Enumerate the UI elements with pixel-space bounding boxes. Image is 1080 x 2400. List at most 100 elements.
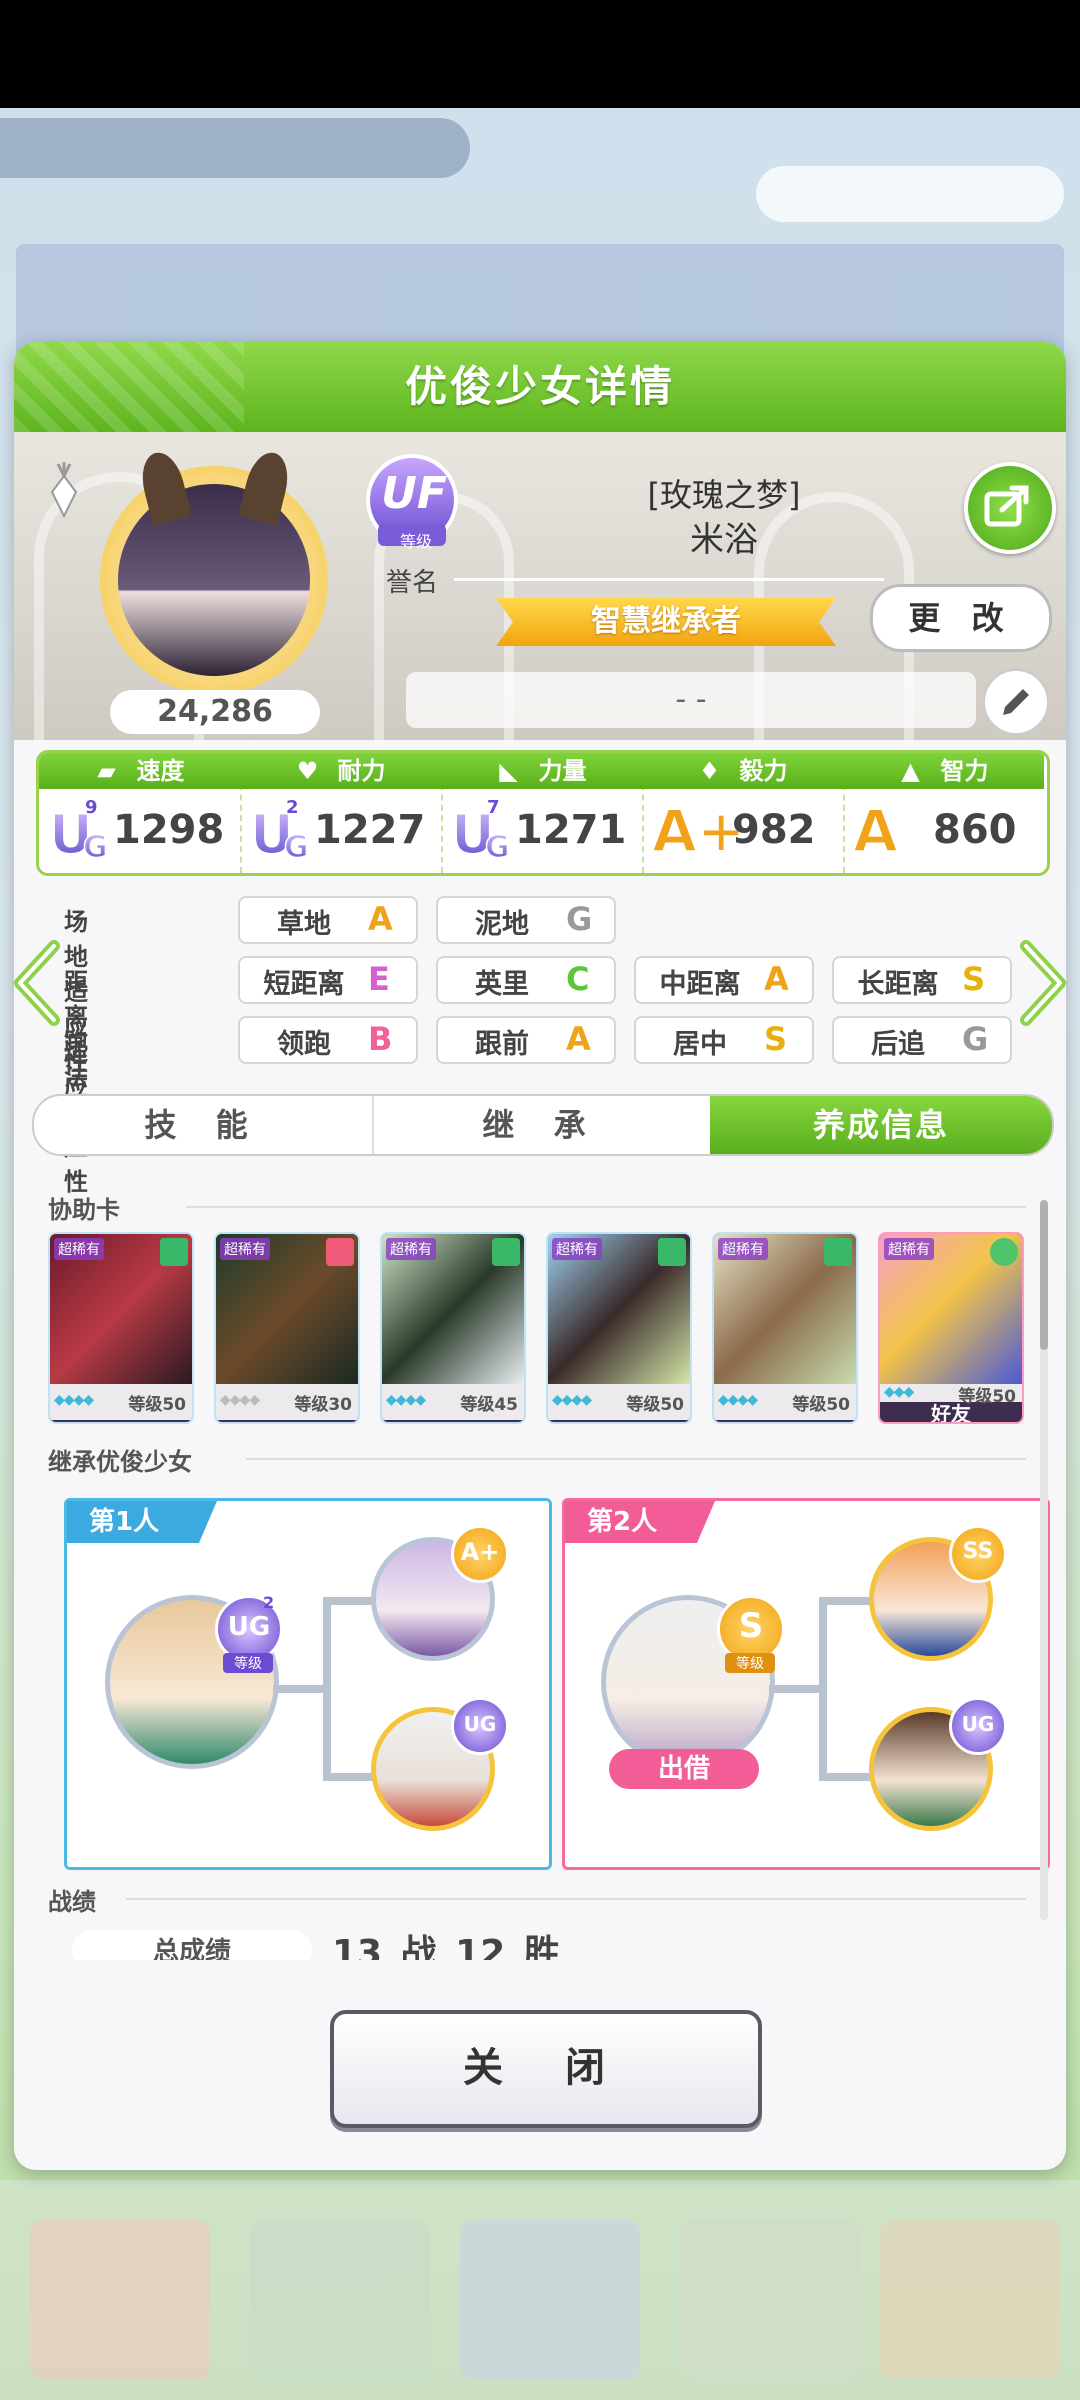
grade-digit: 2 <box>286 797 299 818</box>
stat-header: ▲ 智力 <box>843 753 1044 789</box>
speed-type-icon <box>492 1238 520 1266</box>
rank-badge-text: UF <box>381 468 447 519</box>
stat-power: ◣ 力量 U G 7 1271 <box>441 753 644 873</box>
stat-wisdom: ▲ 智力 A 860 <box>843 753 1044 873</box>
training-info-content[interactable]: 协助卡 超稀有 ◆◆◆◆ 等级50 超稀有 ◆◆◆◆ 等级30 超稀有 ◆◆◆◆ 等级… <box>26 1180 1054 1960</box>
avatar <box>118 484 310 676</box>
tab-inherit[interactable]: 继 承 <box>372 1096 712 1154</box>
card-rarity: 超稀有 <box>220 1238 270 1260</box>
inherit-parent-1[interactable]: 第1人 UG 2 等级 A+ UG <box>64 1498 552 1870</box>
scrollbar-thumb[interactable] <box>1040 1200 1048 1350</box>
stat-label: 耐力 <box>337 757 386 785</box>
aptitude-panel: 场地适应性 草地A 泥地G 距离适应性 短距离E 英里C 中距离A 长距离S 跑… <box>14 888 1066 1196</box>
profile-panel: 24,286 UF 等级 誉名 [玫瑰之梦] 米浴 智慧继承者 更 改 - - <box>14 432 1066 742</box>
limit-break-icon: ◆◆◆◆ <box>718 1392 758 1408</box>
aptitude-item: 中距离 A <box>634 956 814 1004</box>
speed-type-icon <box>824 1238 852 1266</box>
tree-branch <box>769 1685 825 1693</box>
card-rarity: 超稀有 <box>552 1238 602 1260</box>
stat-header: ◣ 力量 <box>441 753 642 789</box>
pencil-icon <box>1003 689 1029 715</box>
limit-break-icon: ◆◆◆◆ <box>552 1392 592 1408</box>
tree-branch <box>819 1773 871 1781</box>
card-level-bar: ◆◆◆◆ 等级50 <box>714 1384 856 1420</box>
speed-type-icon <box>658 1238 686 1266</box>
tree-branch <box>273 1685 329 1693</box>
ug-grade-icon: UG <box>949 1697 1007 1755</box>
ug-grade-icon: UG <box>451 1697 509 1755</box>
section-divider <box>186 1206 1026 1208</box>
card-level-bar: ◆◆◆◆ 等级50 <box>50 1384 192 1420</box>
friend-type-icon <box>990 1238 1018 1266</box>
detail-tabs: 技 能 继 承 养成信息 <box>32 1094 1054 1156</box>
parent-tag: 第1人 <box>67 1501 217 1543</box>
nav-item <box>30 2220 210 2380</box>
aptitude-item: 泥地 G <box>436 896 616 944</box>
stat-speed: ▰ 速度 U G 9 1298 <box>39 753 242 873</box>
aptitude-item: 英里 C <box>436 956 616 1004</box>
card-level-bar: ◆◆◆◆ 等级30 <box>216 1384 358 1420</box>
record-title: 战绩 <box>48 1888 96 1916</box>
support-card-friend[interactable]: 超稀有 ◆◆◆ 等级50 好友 <box>878 1232 1024 1424</box>
cap-icon: ▲ <box>901 757 920 785</box>
card-rarity: 超稀有 <box>718 1238 768 1260</box>
stat-value: 1298 <box>113 807 225 853</box>
aptitude-item: 领跑 B <box>238 1016 418 1064</box>
stat-body: A 860 <box>843 789 1044 873</box>
ug-grade-icon: U G <box>450 802 510 863</box>
tab-skills[interactable]: 技 能 <box>34 1096 374 1154</box>
change-title-button[interactable]: 更 改 <box>870 584 1052 652</box>
arm-icon: ◣ <box>499 757 518 785</box>
limit-break-icon: ◆◆◆◆ <box>54 1392 94 1408</box>
stat-header: ♥ 耐力 <box>240 753 441 789</box>
inherit-parent-2[interactable]: 第2人 S 等级 出借 SS UG <box>562 1498 1050 1870</box>
card-rarity: 超稀有 <box>54 1238 104 1260</box>
aptitude-item: 后追 G <box>832 1016 1012 1064</box>
close-button[interactable]: 关 闭 <box>330 2010 762 2128</box>
card-level-bar: ◆◆◆◆ 等级45 <box>382 1384 524 1420</box>
stat-label: 速度 <box>136 757 185 785</box>
support-card[interactable]: 超稀有 ◆◆◆◆ 等级50 <box>48 1232 194 1424</box>
app-root: 优俊少女详情 24,286 UF 等级 誉名 [玫瑰之梦] 米浴 智慧继承者 更… <box>0 0 1080 2400</box>
support-card[interactable]: 超稀有 ◆◆◆◆ 等级50 <box>546 1232 692 1424</box>
tree-branch <box>323 1773 375 1781</box>
edit-motto-button[interactable] <box>982 668 1050 736</box>
grade-sub: 等级 <box>725 1653 775 1673</box>
ss-grade-icon: SS <box>949 1525 1007 1583</box>
share-button[interactable] <box>964 462 1056 554</box>
ug-grade-icon: U G <box>48 802 108 863</box>
dialog-header: 优俊少女详情 <box>14 342 1066 432</box>
parent-tag: 第2人 <box>565 1501 715 1543</box>
background-bottom-nav <box>0 2180 1080 2400</box>
header-pattern <box>14 342 244 432</box>
friend-tag: 好友 <box>931 1402 971 1424</box>
grade-digit: 2 <box>263 1593 275 1612</box>
background-button <box>756 166 1064 222</box>
scrollbar[interactable] <box>1040 1200 1048 1920</box>
support-card[interactable]: 超稀有 ◆◆◆◆ 等级45 <box>380 1232 526 1424</box>
support-card[interactable]: 超稀有 ◆◆◆◆ 等级50 <box>712 1232 858 1424</box>
lend-tag: 出借 <box>609 1749 759 1789</box>
nav-item <box>680 2220 860 2380</box>
stat-body: U G 9 1298 <box>39 789 240 873</box>
stat-stamina: ♥ 耐力 U G 2 1227 <box>240 753 443 873</box>
stat-label: 力量 <box>538 757 587 785</box>
nav-item <box>460 2220 640 2380</box>
nav-item <box>880 2220 1060 2380</box>
rank-label: 誉名 <box>386 568 439 598</box>
motto-field: - - <box>406 672 976 728</box>
support-card[interactable]: 超稀有 ◆◆◆◆ 等级30 <box>214 1232 360 1424</box>
a-plus-grade-icon: A+ <box>451 1525 509 1583</box>
character-detail-dialog: 优俊少女详情 24,286 UF 等级 誉名 [玫瑰之梦] 米浴 智慧继承者 更… <box>14 342 1066 2170</box>
tab-training-info[interactable]: 养成信息 <box>710 1096 1052 1154</box>
stat-body: U G 2 1227 <box>240 789 441 873</box>
section-divider <box>246 1458 1026 1460</box>
tree-branch <box>323 1597 331 1781</box>
stat-guts: ♦ 毅力 A+ 982 <box>642 753 845 873</box>
svg-text:G: G <box>83 830 108 863</box>
ug-grade-icon: U G <box>249 802 309 863</box>
stat-value: 1271 <box>515 807 627 853</box>
nav-item <box>250 2220 430 2380</box>
limit-break-icon: ◆◆◆◆ <box>220 1392 260 1408</box>
carrot-icon <box>50 462 78 518</box>
